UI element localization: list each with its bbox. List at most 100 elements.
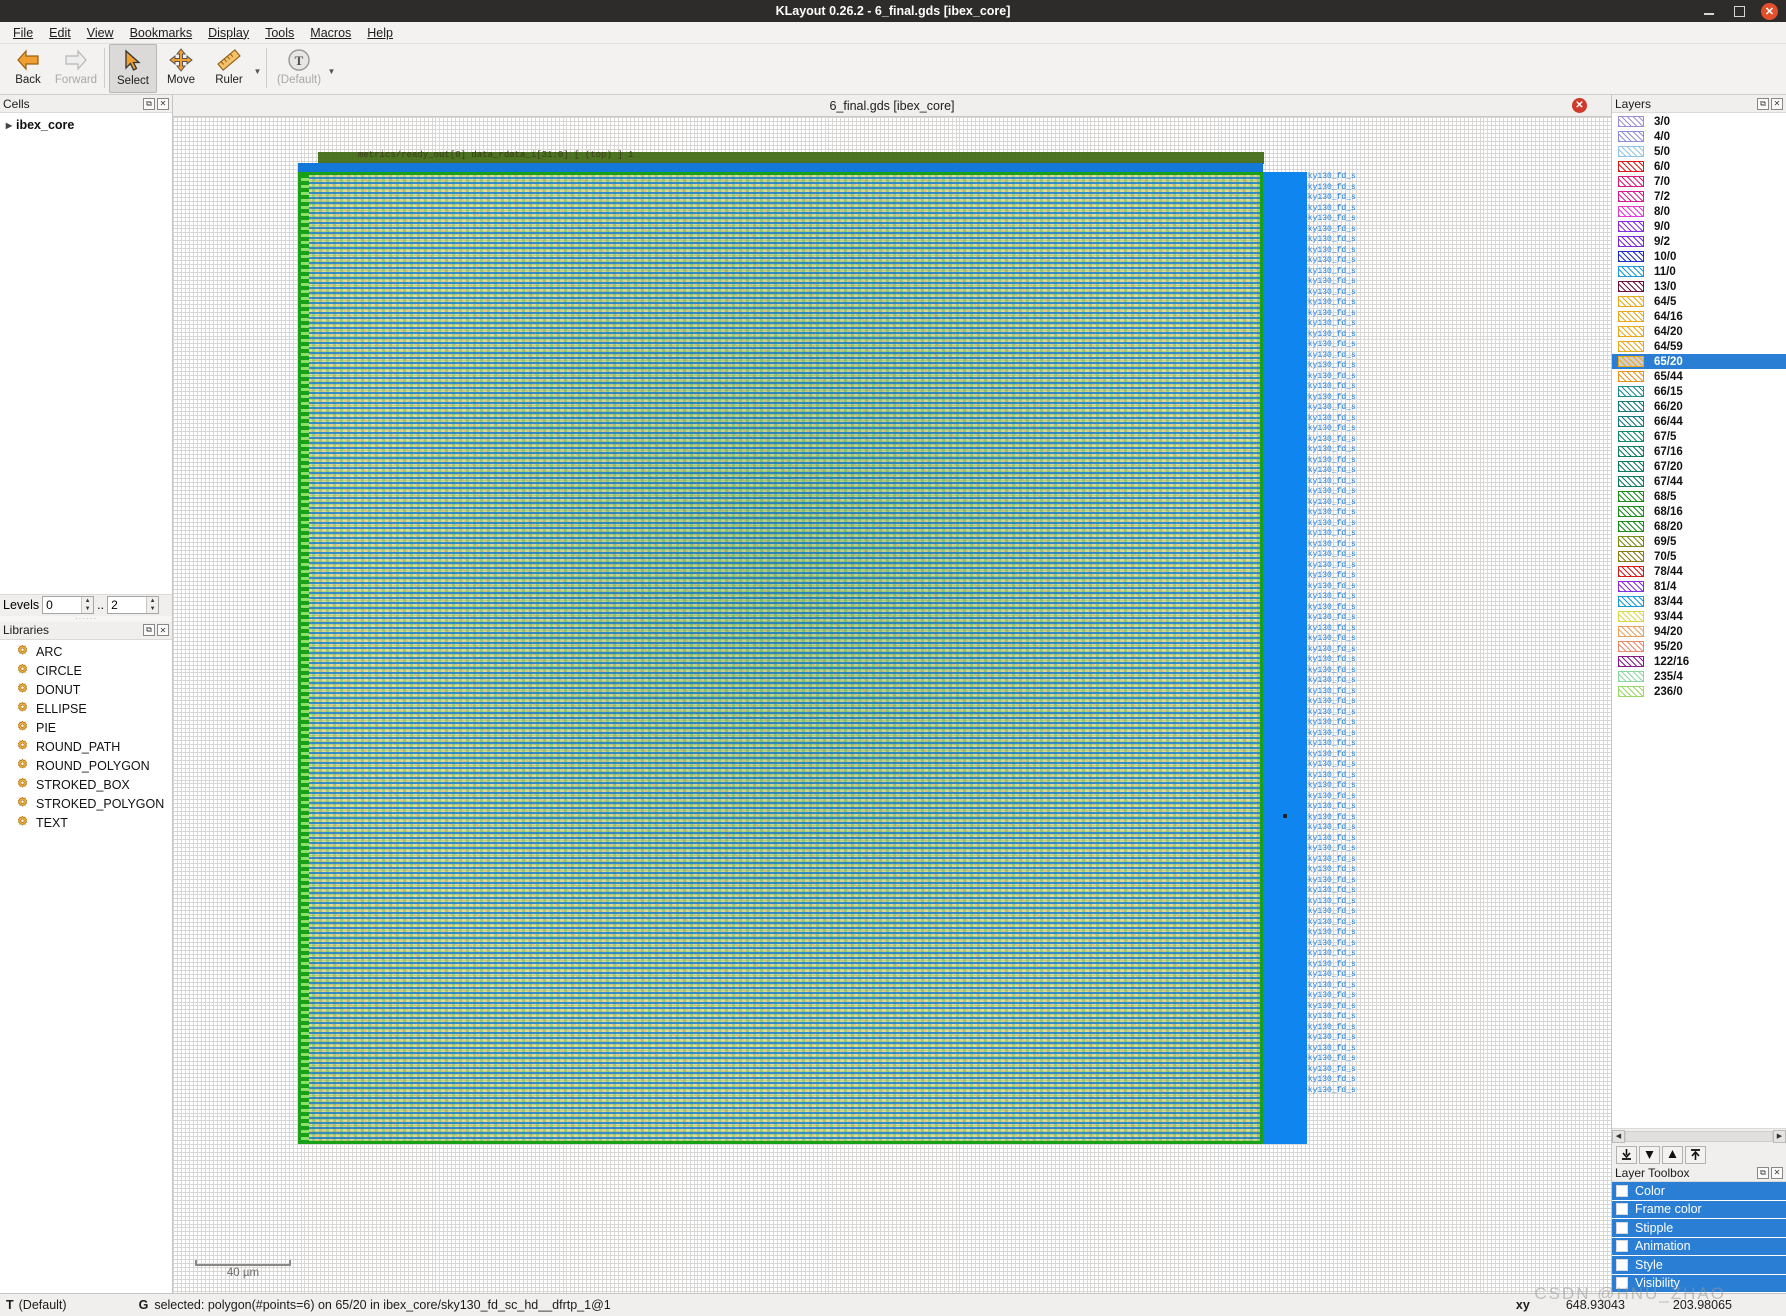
layer-swatch-icon[interactable] — [1618, 656, 1644, 667]
levels-from-arrows[interactable]: ▲ ▼ — [81, 597, 94, 613]
layer-swatch-icon[interactable] — [1618, 611, 1644, 622]
layer-toolbox-row[interactable]: Style — [1612, 1256, 1786, 1275]
libraries-tree[interactable]: ARC CIRCLE DONUT ELLIPSE PIE ROUND_PATH ROUND_… — [0, 639, 172, 833]
layer-swatch-icon[interactable] — [1618, 356, 1644, 367]
layer-swatch-icon[interactable] — [1618, 431, 1644, 442]
layer-swatch-icon[interactable] — [1618, 446, 1644, 457]
move-to-bottom-icon[interactable] — [1616, 1145, 1637, 1164]
layer-swatch-icon[interactable] — [1618, 521, 1644, 532]
layer-swatch-icon[interactable] — [1618, 191, 1644, 202]
layer-row[interactable]: 69/5 — [1612, 534, 1786, 549]
ruler-dropdown-arrow-icon[interactable]: ▼ — [253, 44, 262, 90]
layer-toolbox-row[interactable]: Animation — [1612, 1237, 1786, 1256]
layer-row[interactable]: 5/0 — [1612, 144, 1786, 159]
checkbox-icon[interactable] — [1616, 1258, 1628, 1271]
style-dropdown-arrow-icon[interactable]: ▼ — [327, 44, 336, 90]
layer-swatch-icon[interactable] — [1618, 206, 1644, 217]
layer-row[interactable]: 235/4 — [1612, 669, 1786, 684]
chip-layout[interactable]: metrics/ready_out[0] data_rdata_i[31:0] … — [298, 150, 1355, 1144]
layer-swatch-icon[interactable] — [1618, 236, 1644, 247]
layer-row[interactable]: 94/20 — [1612, 624, 1786, 639]
back-button[interactable]: Back — [4, 44, 52, 93]
layer-row[interactable]: 66/20 — [1612, 399, 1786, 414]
layer-swatch-icon[interactable] — [1618, 641, 1644, 652]
layer-row[interactable]: 64/59 — [1612, 339, 1786, 354]
layer-swatch-icon[interactable] — [1618, 266, 1644, 277]
checkbox-icon[interactable] — [1616, 1221, 1628, 1234]
layer-swatch-icon[interactable] — [1618, 131, 1644, 142]
layer-row-selected[interactable]: 65/20 — [1612, 354, 1786, 369]
library-item[interactable]: DONUT — [0, 681, 172, 700]
layer-swatch-icon[interactable] — [1618, 686, 1644, 697]
levels-from-stepper[interactable]: ▲▼ — [42, 596, 95, 614]
layer-row[interactable]: 9/0 — [1612, 219, 1786, 234]
layer-swatch-icon[interactable] — [1618, 146, 1644, 157]
layer-row[interactable]: 68/5 — [1612, 489, 1786, 504]
libraries-close-icon[interactable]: ✕ — [157, 624, 169, 636]
layers-undock-icon[interactable]: ⧉ — [1757, 97, 1769, 110]
scroll-right-icon[interactable]: ▶ — [1773, 1129, 1786, 1143]
layer-swatch-icon[interactable] — [1618, 281, 1644, 292]
menu-display[interactable]: Display — [201, 24, 256, 42]
layer-row[interactable]: 4/0 — [1612, 129, 1786, 144]
layer-toolbox-row[interactable]: Color — [1612, 1182, 1786, 1201]
layer-swatch-icon[interactable] — [1618, 176, 1644, 187]
library-item[interactable]: ROUND_POLYGON — [0, 757, 172, 776]
layout-tab-close-icon[interactable]: ✕ — [1572, 98, 1587, 113]
library-item[interactable]: ROUND_PATH — [0, 738, 172, 757]
layer-toolbox-row[interactable]: Frame color — [1612, 1200, 1786, 1219]
layer-swatch-icon[interactable] — [1618, 581, 1644, 592]
layer-toolbox-list[interactable]: Color Frame color Stipple Animation Style Vis… — [1612, 1182, 1786, 1293]
cells-close-icon[interactable]: ✕ — [157, 97, 169, 110]
layer-row[interactable]: 83/44 — [1612, 594, 1786, 609]
library-item[interactable]: TEXT — [0, 814, 172, 833]
library-item[interactable]: CIRCLE — [0, 662, 172, 681]
layer-toolbox-row[interactable]: Stipple — [1612, 1219, 1786, 1238]
layer-row[interactable]: 66/44 — [1612, 414, 1786, 429]
menu-macros[interactable]: Macros — [303, 24, 358, 42]
layers-hscrollbar[interactable]: ◀ ▶ — [1612, 1128, 1786, 1143]
minimize-button[interactable] — [1701, 3, 1717, 19]
layers-close-icon[interactable]: ✕ — [1771, 97, 1783, 110]
move-to-top-icon[interactable] — [1685, 1145, 1706, 1164]
layer-row[interactable]: 68/16 — [1612, 504, 1786, 519]
layer-row[interactable]: 78/44 — [1612, 564, 1786, 579]
layer-row[interactable]: 67/44 — [1612, 474, 1786, 489]
layout-canvas[interactable]: metrics/ready_out[0] data_rdata_i[31:0] … — [173, 117, 1611, 1293]
cells-tree[interactable]: ▶ ibex_core — [0, 113, 172, 594]
layer-row[interactable]: 64/20 — [1612, 324, 1786, 339]
layer-swatch-icon[interactable] — [1618, 386, 1644, 397]
layer-swatch-icon[interactable] — [1618, 341, 1644, 352]
layer-row[interactable]: 93/44 — [1612, 609, 1786, 624]
library-item[interactable]: ELLIPSE — [0, 700, 172, 719]
libraries-undock-icon[interactable]: ⧉ — [143, 624, 155, 636]
layer-row[interactable]: 66/15 — [1612, 384, 1786, 399]
default-style-button[interactable]: T (Default) — [271, 44, 327, 93]
checkbox-icon[interactable] — [1616, 1240, 1628, 1253]
toolbox-undock-icon[interactable]: ⧉ — [1757, 1166, 1769, 1179]
move-tool-button[interactable]: Move — [157, 44, 205, 93]
layer-row[interactable]: 67/5 — [1612, 429, 1786, 444]
layer-row[interactable]: 7/2 — [1612, 189, 1786, 204]
menu-bookmarks[interactable]: Bookmarks — [123, 24, 200, 42]
levels-from-input[interactable] — [43, 597, 82, 613]
layer-row[interactable]: 67/16 — [1612, 444, 1786, 459]
layer-row[interactable]: 67/20 — [1612, 459, 1786, 474]
layer-swatch-icon[interactable] — [1618, 416, 1644, 427]
maximize-button[interactable] — [1731, 3, 1747, 19]
layer-swatch-icon[interactable] — [1618, 311, 1644, 322]
layer-row[interactable]: 236/0 — [1612, 684, 1786, 699]
layer-row[interactable]: 68/20 — [1612, 519, 1786, 534]
expand-triangle-icon[interactable]: ▶ — [2, 121, 16, 130]
layer-toolbox-row[interactable]: Visibility — [1612, 1274, 1786, 1293]
layer-row[interactable]: 7/0 — [1612, 174, 1786, 189]
ruler-tool-button[interactable]: Ruler — [205, 44, 253, 93]
hscroll-track[interactable] — [1625, 1130, 1773, 1142]
layer-swatch-icon[interactable] — [1618, 491, 1644, 502]
library-item[interactable]: STROKED_BOX — [0, 776, 172, 795]
levels-to-stepper[interactable]: ▲▼ — [107, 596, 160, 614]
menu-file[interactable]: File — [6, 24, 40, 42]
layer-row[interactable]: 122/16 — [1612, 654, 1786, 669]
layer-swatch-icon[interactable] — [1618, 566, 1644, 577]
toolbox-close-icon[interactable]: ✕ — [1771, 1166, 1783, 1179]
